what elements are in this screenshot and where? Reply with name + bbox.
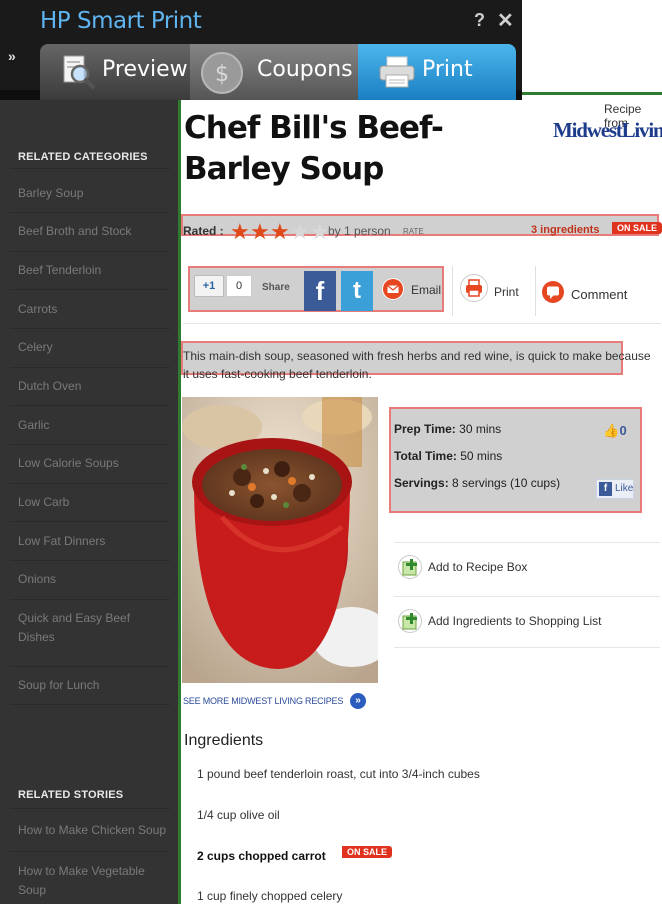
add-to-list-icon bbox=[398, 609, 422, 633]
svg-text:$: $ bbox=[215, 62, 229, 87]
add-to-shopping-list-label: Add Ingredients to Shopping List bbox=[428, 614, 602, 628]
category-link[interactable]: Celery bbox=[18, 338, 168, 357]
divider bbox=[10, 212, 170, 213]
divider bbox=[452, 266, 453, 316]
category-link[interactable]: Garlic bbox=[18, 416, 168, 435]
add-to-shopping-list-button[interactable]: Add Ingredients to Shopping List bbox=[394, 596, 660, 648]
print-label[interactable]: Print bbox=[494, 285, 519, 299]
add-to-box-icon bbox=[398, 555, 422, 579]
ingredients-on-sale-link[interactable]: 3 ingredients bbox=[531, 224, 599, 236]
thumbs-up-icon: 👍 bbox=[603, 423, 620, 438]
tab-preview-label: Preview bbox=[102, 57, 188, 82]
ingredient-item: 1/4 cup olive oil bbox=[197, 808, 280, 822]
printer-icon bbox=[378, 56, 416, 93]
category-link[interactable]: Soup for Lunch bbox=[18, 676, 168, 695]
add-to-recipe-box-label: Add to Recipe Box bbox=[428, 560, 528, 574]
divider bbox=[10, 289, 170, 290]
rate-link[interactable]: RATE bbox=[403, 227, 424, 236]
add-to-recipe-box-button[interactable]: Add to Recipe Box bbox=[394, 542, 660, 594]
comment-icon[interactable] bbox=[542, 281, 564, 303]
google-plus-one-button[interactable]: +1 bbox=[194, 275, 224, 297]
category-link[interactable]: Carrots bbox=[18, 300, 168, 319]
story-link[interactable]: How to Make Vegetable Soup bbox=[18, 862, 168, 900]
servings: Servings: 8 servings (10 cups) bbox=[394, 476, 561, 490]
ingredients-heading: Ingredients bbox=[184, 732, 264, 749]
divider bbox=[10, 521, 170, 522]
divider bbox=[535, 266, 536, 316]
divider bbox=[10, 560, 170, 561]
star-icon[interactable]: ★ bbox=[290, 221, 310, 243]
rated-label: Rated : bbox=[183, 224, 224, 238]
category-link[interactable]: Quick and Easy Beef Dishes bbox=[18, 609, 168, 647]
total-time: Total Time: 50 mins bbox=[394, 449, 503, 463]
toolbar-title: HP Smart Print bbox=[40, 8, 202, 34]
like-counter: 👍0 bbox=[603, 423, 627, 438]
dollar-coin-icon: $ bbox=[199, 50, 245, 101]
divider bbox=[10, 851, 170, 852]
tab-coupons[interactable]: $ Coupons bbox=[190, 44, 358, 100]
prep-time: Prep Time: 30 mins bbox=[394, 422, 502, 436]
category-link[interactable]: Dutch Oven bbox=[18, 377, 168, 396]
share-label: Share bbox=[262, 282, 290, 293]
ingredient-item: 1 cup finely chopped celery bbox=[197, 889, 343, 903]
twitter-share-button[interactable]: t bbox=[341, 271, 373, 311]
category-link[interactable]: Low Calorie Soups bbox=[18, 454, 168, 473]
comment-label[interactable]: Comment bbox=[571, 287, 627, 302]
hp-smart-print-toolbar: HP Smart Print ? ✕ » Preview $ Coupons P… bbox=[0, 0, 662, 100]
category-link[interactable]: Beef Tenderloin bbox=[18, 261, 168, 280]
divider bbox=[10, 808, 170, 809]
help-button[interactable]: ? bbox=[474, 10, 485, 31]
divider bbox=[10, 367, 170, 368]
tab-print-label: Print bbox=[422, 57, 473, 82]
divider bbox=[10, 483, 170, 484]
divider bbox=[10, 251, 170, 252]
email-icon[interactable] bbox=[381, 277, 405, 301]
midwest-living-logo[interactable]: MidwestLiving. bbox=[553, 118, 662, 143]
star-icon[interactable]: ★ bbox=[270, 221, 290, 243]
story-link[interactable]: How to Make Chicken Soup bbox=[18, 821, 168, 840]
tab-coupons-label: Coupons bbox=[257, 57, 353, 82]
print-icon[interactable] bbox=[460, 274, 488, 302]
category-link[interactable]: Barley Soup bbox=[18, 184, 168, 203]
expand-panel-button[interactable]: » bbox=[8, 48, 16, 64]
category-link[interactable]: Beef Broth and Stock bbox=[18, 222, 168, 241]
magnifier-icon bbox=[62, 54, 96, 95]
on-sale-badge: ON SALE bbox=[612, 222, 662, 234]
tab-preview[interactable]: Preview bbox=[40, 44, 190, 100]
tab-print[interactable]: Print bbox=[358, 44, 516, 100]
star-icon[interactable]: ★ bbox=[250, 221, 270, 243]
related-sidebar: RELATED CATEGORIES Barley Soup Beef Brot… bbox=[0, 100, 178, 904]
divider bbox=[183, 323, 661, 324]
divider-line bbox=[522, 92, 662, 95]
divider bbox=[10, 666, 170, 667]
category-link[interactable]: Low Fat Dinners bbox=[18, 532, 168, 551]
close-button[interactable]: ✕ bbox=[497, 8, 514, 33]
ingredient-item: 2 cups chopped carrot bbox=[197, 849, 326, 863]
recipe-description: This main-dish soup, seasoned with fresh… bbox=[183, 349, 651, 381]
star-icon[interactable]: ★ bbox=[310, 221, 330, 243]
facebook-icon: f bbox=[599, 482, 612, 496]
facebook-share-button[interactable]: f bbox=[304, 271, 336, 311]
divider bbox=[10, 599, 170, 600]
on-sale-badge: ON SALE bbox=[342, 846, 393, 858]
divider bbox=[10, 704, 170, 705]
related-categories-heading: RELATED CATEGORIES bbox=[18, 151, 148, 163]
double-chevron-right-icon[interactable]: » bbox=[350, 693, 366, 709]
divider bbox=[10, 328, 170, 329]
facebook-like-button[interactable]: f Like bbox=[596, 479, 634, 499]
email-label[interactable]: Email bbox=[411, 283, 441, 297]
see-more-recipes-link[interactable]: SEE MORE MIDWEST LIVING RECIPES bbox=[183, 696, 343, 706]
plus-one-count: 0 bbox=[226, 275, 252, 297]
recipe-photo bbox=[182, 397, 378, 683]
related-stories-heading: RELATED STORIES bbox=[18, 789, 124, 801]
ingredient-item: 1 pound beef tenderloin roast, cut into … bbox=[197, 767, 480, 781]
rating-count: by 1 person bbox=[328, 224, 391, 238]
category-link[interactable]: Low Carb bbox=[18, 493, 168, 512]
recipe-title: Chef Bill's Beef-Barley Soup bbox=[184, 110, 444, 187]
divider bbox=[10, 405, 170, 406]
category-link[interactable]: Onions bbox=[18, 570, 168, 589]
divider bbox=[10, 168, 170, 169]
star-icon[interactable]: ★ bbox=[230, 221, 250, 243]
divider bbox=[10, 444, 170, 445]
